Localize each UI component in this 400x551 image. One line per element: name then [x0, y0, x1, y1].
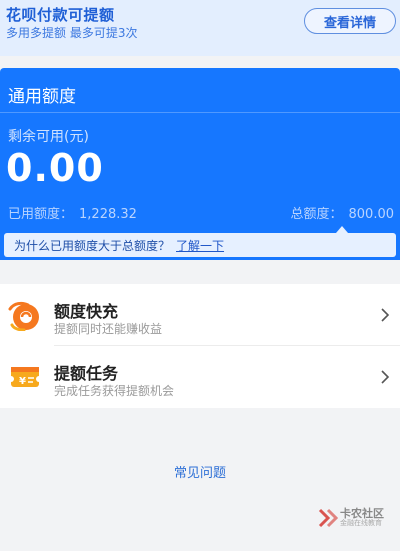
credit-notice[interactable]: 为什么已用额度大于总额度？ 了解一下 — [4, 233, 396, 257]
list-item-title: 提额任务 — [54, 364, 119, 383]
list-item-subtitle: 提额同时还能赚收益 — [54, 322, 163, 336]
watermark-subtitle: 金融在线教育 — [340, 519, 382, 527]
used-credit-label: 已用额度： — [8, 207, 74, 222]
total-credit-value: 800.00 — [348, 207, 395, 222]
used-credit: 已用额度： 1,228.32 — [8, 203, 137, 222]
list-item-quick-charge[interactable]: 额度快充 提额同时还能赚收益 — [0, 284, 400, 346]
task-ticket-icon: ¥ — [8, 367, 42, 387]
view-details-button[interactable]: 查看详情 — [304, 8, 396, 34]
chevron-right-icon — [381, 308, 390, 322]
credit-divider — [0, 112, 400, 113]
promo-subtitle: 多用多提额 最多可提3次 — [6, 26, 138, 40]
notice-arrow — [336, 226, 348, 233]
list-item-credit-task[interactable]: ¥ 提额任务 完成任务获得提额机会 — [0, 346, 400, 408]
list-item-subtitle: 完成任务获得提额机会 — [54, 384, 175, 398]
remaining-label: 剩余可用(元) — [8, 129, 89, 145]
svg-text:¥: ¥ — [19, 376, 26, 387]
credit-title: 通用额度 — [8, 87, 76, 107]
total-credit-label: 总额度： — [290, 207, 343, 222]
watermark-logo-icon — [318, 508, 338, 528]
chevron-right-icon — [381, 370, 390, 384]
remaining-amount: 0.00 — [6, 146, 104, 190]
promo-title: 花呗付款可提额 — [6, 6, 115, 24]
promo-banner[interactable]: 花呗付款可提额 多用多提额 最多可提3次 查看详情 — [0, 0, 400, 56]
watermark: 卡农社区 金融在线教育 — [318, 505, 398, 531]
used-credit-value: 1,228.32 — [79, 207, 137, 222]
list-item-title: 额度快充 — [54, 302, 119, 321]
notice-text: 为什么已用额度大于总额度？ — [14, 238, 171, 253]
total-credit: 总额度： 800.00 — [290, 203, 394, 222]
learn-more-link[interactable]: 了解一下 — [176, 237, 224, 254]
feature-list: 额度快充 提额同时还能赚收益 ¥ 提额任务 完成任务获得提额机会 — [0, 284, 400, 408]
faq-link[interactable]: 常见问题 — [0, 462, 400, 481]
quick-charge-icon — [8, 301, 39, 331]
